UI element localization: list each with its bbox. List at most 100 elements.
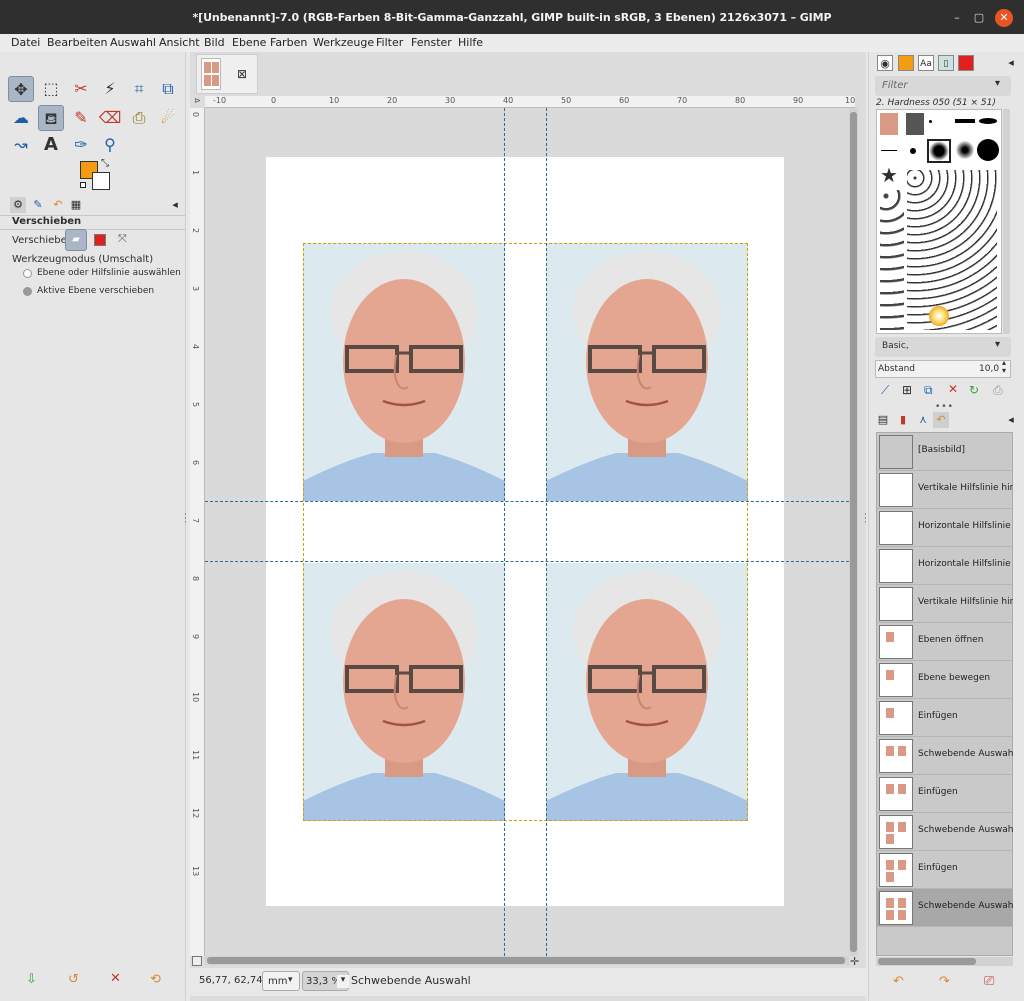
quickmask-menu-icon[interactable]: ⊳ <box>191 96 204 108</box>
brush-thumb[interactable] <box>880 113 898 135</box>
text-tool-icon[interactable]: A <box>38 132 64 158</box>
layers-tab-icon[interactable]: ▤ <box>875 412 891 428</box>
history-item[interactable]: Schwebende Auswahl bewegen <box>877 737 1013 775</box>
move-tool-icon[interactable]: ✥ <box>8 76 34 102</box>
menu-fenster[interactable]: Fenster <box>411 36 452 49</box>
dock-separator-grip[interactable]: ••• <box>935 402 954 412</box>
restore-tool-preset-icon[interactable]: ↺ <box>68 972 79 987</box>
patterns-tab-icon[interactable] <box>898 55 914 71</box>
horizontal-guide-1[interactable] <box>205 501 849 502</box>
history-hscrollbar[interactable] <box>876 957 1013 966</box>
clear-history-icon[interactable]: ⎚ <box>984 974 994 989</box>
quick-mask-toggle[interactable] <box>192 956 202 966</box>
refresh-brushes-icon[interactable]: ↻ <box>969 383 979 397</box>
background-color-swatch[interactable] <box>92 172 110 190</box>
history-item[interactable]: Schwebende Auswahl bewegen <box>877 813 1013 851</box>
brush-hardness-050-selected[interactable] <box>927 139 951 163</box>
brush-tag-select[interactable]: Basic, ▾ <box>875 337 1011 357</box>
tool-options-tab-icon[interactable]: ⚙ <box>10 197 26 213</box>
paths-tool-icon[interactable]: ↝ <box>8 132 34 158</box>
smudge-tool-icon[interactable]: ☄ <box>155 105 181 131</box>
edit-brush-icon[interactable]: ⟋ <box>881 383 889 398</box>
brush-thumb[interactable] <box>979 118 997 124</box>
horizontal-scrollbar-thumb[interactable] <box>207 957 845 964</box>
close-tab-icon[interactable]: ⊠ <box>237 67 247 81</box>
device-status-tab-icon[interactable]: ✎ <box>30 197 46 213</box>
clone-tool-icon[interactable]: ⎙ <box>126 105 152 131</box>
history-item[interactable]: Einfügen <box>877 851 1012 889</box>
menu-werkzeuge[interactable]: Werkzeuge <box>313 36 374 49</box>
spacing-field[interactable]: Abstand 10,0 ▴ ▾ <box>875 359 1011 378</box>
menu-bearbeiten[interactable]: Bearbeiten <box>47 36 107 49</box>
vertical-guide-2[interactable] <box>546 108 547 956</box>
history-item[interactable]: Einfügen <box>877 775 1012 813</box>
horizontal-scrollbar[interactable] <box>205 956 849 965</box>
new-brush-icon[interactable]: ⊞ <box>902 383 912 397</box>
history-hscrollbar-thumb[interactable] <box>878 958 976 965</box>
move-path-mode-icon[interactable]: ⤧ <box>118 232 127 246</box>
color-picker-tool-icon[interactable]: ✑ <box>68 132 94 158</box>
move-layer-mode-icon[interactable]: ▰ <box>65 229 87 251</box>
duplicate-brush-icon[interactable]: ⧉ <box>924 383 933 398</box>
rect-select-tool-icon[interactable]: ⬚ <box>38 76 64 102</box>
radio-move-active-label[interactable]: Aktive Ebene verschieben <box>37 286 154 296</box>
crop-tool-icon[interactable]: ⌗ <box>126 76 152 102</box>
maximize-button[interactable]: ▢ <box>970 9 988 27</box>
history-item[interactable]: Ebene bewegen <box>877 661 1012 699</box>
vertical-scrollbar[interactable] <box>849 108 858 956</box>
radio-move-active[interactable] <box>23 287 32 296</box>
transform-tool-icon[interactable]: ⧉ <box>155 76 181 102</box>
minimize-button[interactable]: – <box>948 9 966 27</box>
brush-grid-scrollbar[interactable] <box>1003 109 1010 334</box>
left-dock-grip-icon[interactable]: · · · <box>184 511 187 528</box>
bucket-fill-tool-icon[interactable]: ⛾ <box>38 105 64 131</box>
brush-thumb[interactable] <box>881 150 897 151</box>
delete-tool-preset-icon[interactable]: ✕ <box>110 971 121 986</box>
right-dock-grip-icon[interactable]: · · · <box>864 511 867 528</box>
menu-ansicht[interactable]: Ansicht <box>159 36 200 49</box>
undo-icon[interactable]: ↶ <box>893 974 904 989</box>
brush-thumb[interactable] <box>906 113 924 135</box>
history-tab-icon[interactable]: ↶ <box>933 412 949 428</box>
channels-tab-icon[interactable]: ▮ <box>895 412 911 428</box>
fonts-tab-icon[interactable]: Aa <box>918 55 934 71</box>
radio-pick-layer[interactable] <box>23 269 32 278</box>
brush-grid[interactable]: ★ <box>876 109 1002 334</box>
images-tab-icon[interactable]: ▦ <box>68 197 84 213</box>
brush-star[interactable]: ★ <box>880 164 898 186</box>
history-item[interactable]: Vertikale Hilfslinie hinzufügen <box>877 471 1013 509</box>
paintbrush-tool-icon[interactable]: ✎ <box>68 105 94 131</box>
brush-thumb[interactable] <box>977 139 999 161</box>
fuzzy-select-tool-icon[interactable]: ⚡ <box>97 76 123 102</box>
horizontal-ruler[interactable]: -10 0 10 20 30 40 50 60 70 80 90 10 <box>205 96 855 108</box>
radio-pick-layer-label[interactable]: Ebene oder Hilfslinie auswählen <box>37 268 181 278</box>
brush-thumb[interactable] <box>910 148 916 154</box>
paths-tab-icon[interactable]: ⋏ <box>915 412 931 428</box>
move-selection-mode-icon[interactable] <box>94 234 106 246</box>
brush-thumb[interactable] <box>956 141 974 159</box>
warp-tool-icon[interactable]: ☁ <box>8 105 34 131</box>
history-item[interactable]: Einfügen <box>877 699 1012 737</box>
history-item[interactable]: Horizontale Hilfslinie hinzufügen <box>877 509 1013 547</box>
navigate-icon[interactable]: ✛ <box>850 955 859 968</box>
image-tab[interactable]: ⊠ <box>196 54 258 94</box>
menu-datei[interactable]: Datei <box>11 36 40 49</box>
unit-selector[interactable]: mm ▾ <box>262 971 300 991</box>
vertical-guide-1[interactable] <box>504 108 505 956</box>
dock-menu-icon[interactable]: ◂ <box>1003 55 1019 71</box>
brush-filter-input[interactable]: Filter ▾ <box>875 76 1011 96</box>
vertical-scrollbar-thumb[interactable] <box>850 112 857 952</box>
brush-thumbs-textured[interactable] <box>907 170 997 330</box>
close-button[interactable]: ✕ <box>995 9 1013 27</box>
menu-bild[interactable]: Bild <box>204 36 225 49</box>
vertical-ruler[interactable]: 0 1 2 3 4 5 6 7 8 9 10 11 12 13 <box>190 108 205 956</box>
undo-history-tab-icon[interactable]: ↶ <box>50 197 66 213</box>
dock-menu-icon[interactable]: ◂ <box>167 197 183 213</box>
history-item[interactable]: Schwebende Auswahl bewegen <box>877 889 1013 927</box>
menu-hilfe[interactable]: Hilfe <box>458 36 483 49</box>
zoom-selector[interactable]: 33,3 % ▾ <box>302 971 349 991</box>
gradients-tab-icon[interactable] <box>958 55 974 71</box>
redo-icon[interactable]: ↷ <box>939 974 950 989</box>
delete-brush-icon[interactable]: ✕ <box>948 382 958 396</box>
horizontal-guide-2[interactable] <box>205 561 849 562</box>
